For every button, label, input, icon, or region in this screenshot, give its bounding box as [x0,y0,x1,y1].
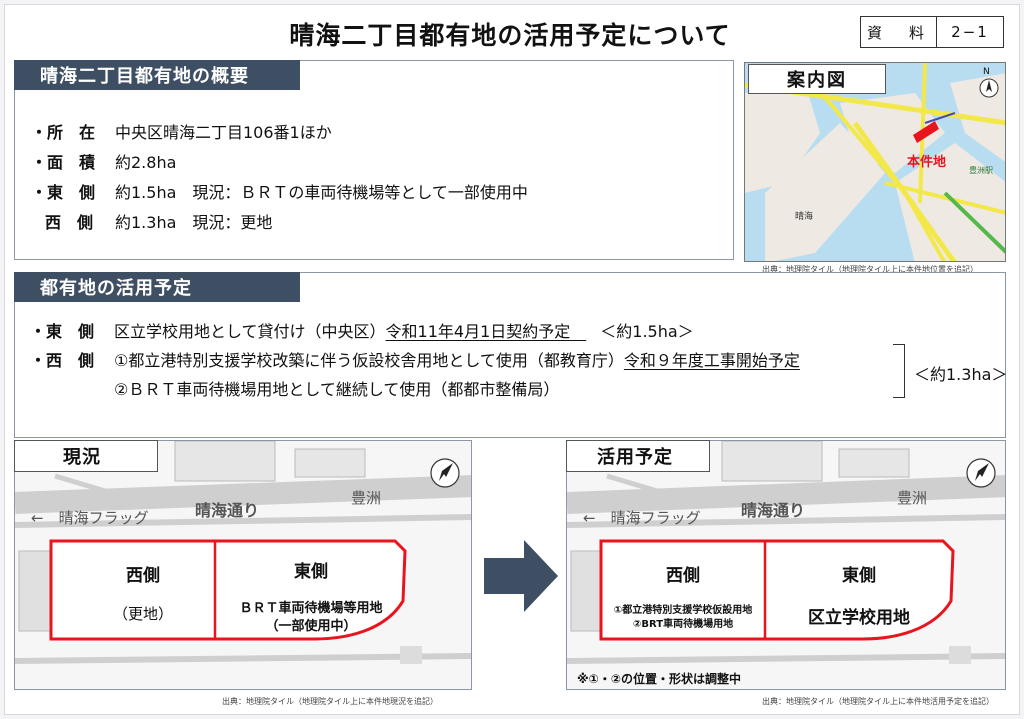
future-east-name: 東側 [842,566,876,586]
plan-west-line-2: ②ＢＲＴ車両待機場用地として継続して使用（都都市整備局） [114,380,560,399]
compass-icon [966,458,996,488]
compass-icon [430,458,460,488]
current-west-name: 西側 [126,566,160,586]
overview-row-location: ・所 在 中央区晴海二丁目106番1ほか [31,123,332,142]
doc-ref-number: 2−1 [951,23,989,41]
plan-west-area: ＜約1.3ha＞ [914,365,1008,384]
current-title: 現況 [14,440,158,472]
plan-west-line-1: ・西 側 ①都立港特別支援学校改築に伴う仮設校舎用地として使用（都教育庁）令和９年… [30,351,800,370]
current-toyosu-label: 豊洲 [351,489,382,507]
current-west-desc: （更地） [112,605,173,623]
west-bracket [893,344,905,398]
future-note: ※①・②の位置・形状は調整中 [577,672,741,686]
overview-row-east: ・東 側 約1.5ha 現況：ＢＲＴの車両待機場等として一部使用中 [31,183,528,202]
guide-map-title: 案内図 [748,64,886,94]
future-west-desc-1: ①都立港特別支援学校仮設用地 [613,605,753,616]
map-north-label: N [983,67,990,77]
future-flag-road: ← 晴海フラッグ [583,509,701,527]
map-site-label: 本件地 [907,155,947,170]
plan-east-line: ・東 側区立学校用地として貸付け（中央区）令和11年4月1日契約予定 ＜約1.5… [30,322,694,341]
arrow-right-icon [484,540,558,612]
current-east-desc-2: （一部使用中） [265,619,357,634]
current-site-map: 晴海通り ← 晴海フラッグ 豊洲 西側 （更地） 東側 ＢＲＴ車両待機場等用地 … [14,440,472,690]
future-west-desc-2: ②BRT車両待機場用地 [632,619,734,630]
current-flag-road: ← 晴海フラッグ [31,509,149,527]
doc-ref-label: 資 料 [861,17,937,47]
plan-header: 都有地の活用予定 [14,272,300,302]
future-toyosu-label: 豊洲 [897,489,928,507]
current-road-main: 晴海通り [195,501,260,520]
current-east-desc-1: ＢＲＴ車両待機場等用地 [239,601,383,616]
future-road-main: 晴海通り [741,501,806,520]
future-title: 活用予定 [566,440,710,472]
future-east-desc: 区立学校用地 [808,608,910,628]
map-place-toyosu-station: 豊洲駅 [969,166,993,175]
compass-icon [979,78,999,98]
future-west-name: 西側 [666,566,700,586]
future-source: 出典：地理院タイル（地理院タイル上に本件地活用予定を追記） [762,697,994,706]
overview-header: 晴海二丁目都有地の概要 [14,60,300,90]
document-reference: 資 料 2−1 [860,16,1004,48]
overview-panel: 晴海二丁目都有地の概要 ・所 在 中央区晴海二丁目106番1ほか ・面 積 約2… [14,60,734,260]
map-place-harumi: 晴海 [795,212,814,222]
future-plan-map: 晴海通り ← 晴海フラッグ 豊洲 西側 ①都立港特別支援学校仮設用地 ②BRT車… [566,440,1006,690]
page-title: 晴海二丁目都有地の活用予定について [289,21,731,50]
current-source: 出典：地理院タイル（地理院タイル上に本件地現況を追記） [222,697,438,706]
overview-row-area: ・面 積 約2.8ha [31,153,177,172]
overview-row-west: 西 側 約1.3ha 現況：更地 [45,213,273,232]
current-east-name: 東側 [294,562,328,582]
